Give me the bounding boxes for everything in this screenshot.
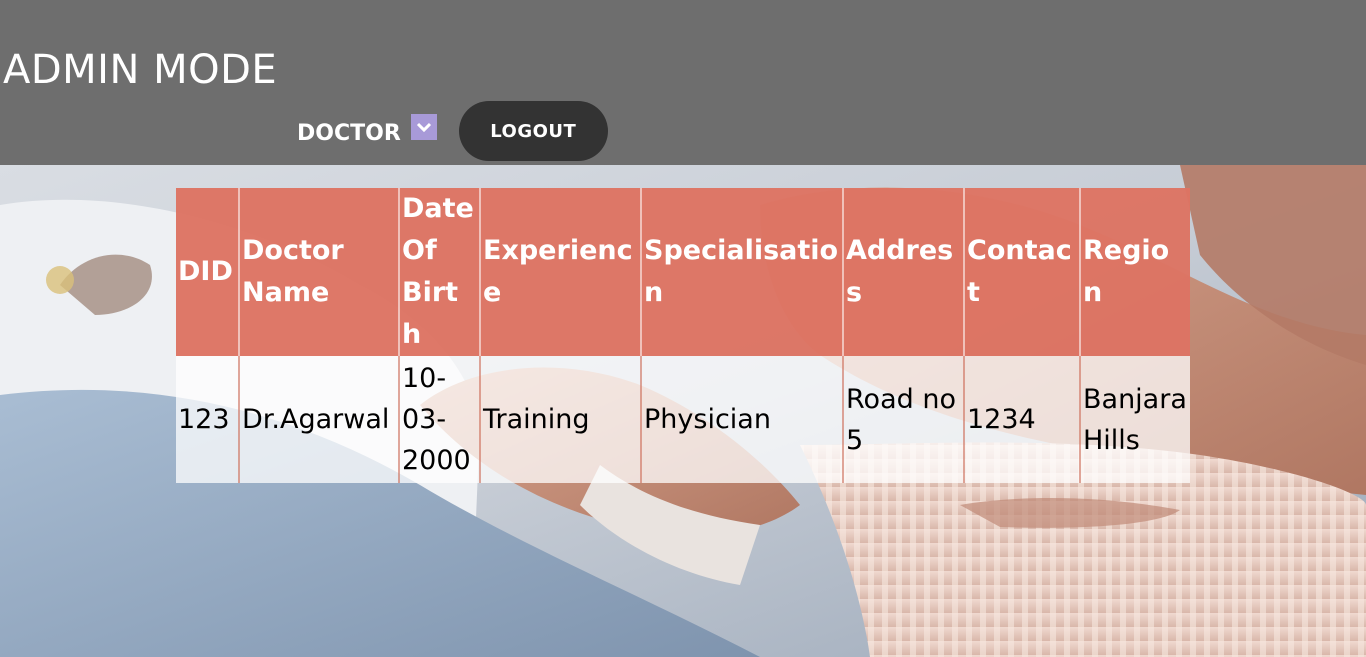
cell-date-of-birth: 10-03-2000	[399, 356, 481, 483]
table-header-row: DID Doctor Name Date Of Birth Experience…	[176, 188, 1190, 356]
doctor-table: DID Doctor Name Date Of Birth Experience…	[176, 188, 1190, 483]
chevron-down-icon[interactable]	[410, 114, 437, 140]
column-header-did: DID	[176, 188, 240, 356]
cell-address: Road no 5	[843, 356, 965, 483]
column-header-date-of-birth: Date Of Birth	[399, 188, 481, 356]
cell-contact: 1234	[964, 356, 1081, 483]
logout-button[interactable]: LOGOUT	[458, 101, 608, 161]
top-header: ADMIN MODE DOCTOR LOGOUT	[0, 0, 1366, 165]
cell-specialisation: Physician	[641, 356, 844, 483]
header-nav: DOCTOR LOGOUT	[297, 101, 608, 161]
page-title: ADMIN MODE	[3, 47, 278, 93]
table-row: 123 Dr.Agarwal 10-03-2000 Training Physi…	[176, 356, 1190, 483]
column-header-region: Region	[1080, 188, 1190, 356]
cell-region: Banjara Hills	[1080, 356, 1190, 483]
cell-experience: Training	[480, 356, 642, 483]
column-header-address: Address	[843, 188, 965, 356]
cell-doctor-name: Dr.Agarwal	[239, 356, 400, 483]
column-header-experience: Experience	[480, 188, 642, 356]
cell-did: 123	[176, 356, 240, 483]
column-header-doctor-name: Doctor Name	[239, 188, 400, 356]
column-header-specialisation: Specialisation	[641, 188, 844, 356]
column-header-contact: Contact	[964, 188, 1081, 356]
role-select[interactable]: DOCTOR	[297, 121, 401, 146]
